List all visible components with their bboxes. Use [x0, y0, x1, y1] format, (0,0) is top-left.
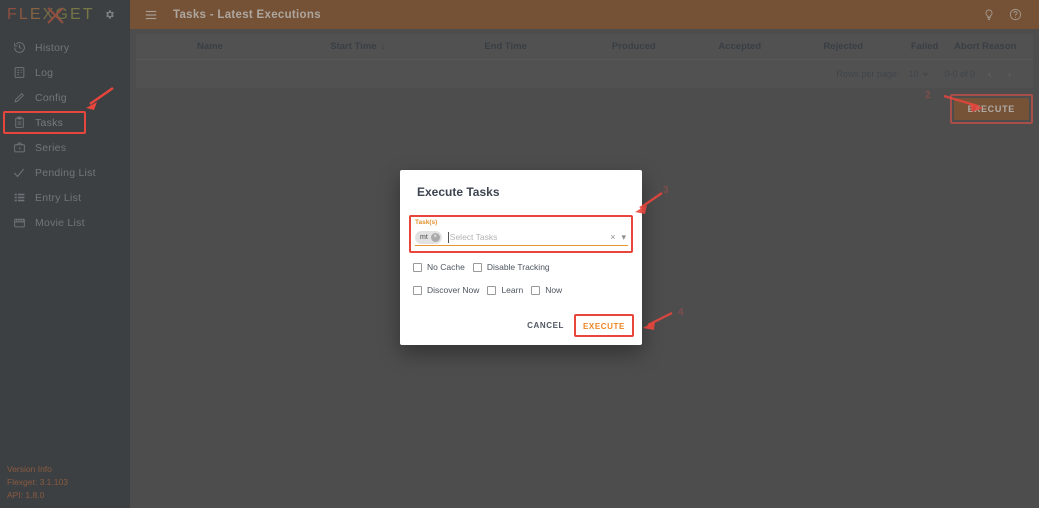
task-input-placeholder: Select Tasks	[450, 232, 498, 242]
checkbox-label: Discover Now	[427, 285, 479, 295]
checkbox-discover-now[interactable]: Discover Now	[413, 285, 479, 295]
checkbox-label: Learn	[501, 285, 523, 295]
chevron-down-icon[interactable]: ▾	[621, 233, 626, 242]
checkbox-box-icon	[473, 263, 482, 272]
cancel-button[interactable]: CANCEL	[519, 315, 572, 336]
checkbox-label: Disable Tracking	[487, 262, 550, 272]
task-select-input[interactable]: mt × Select Tasks × ▾	[415, 229, 628, 246]
dialog-title: Execute Tasks	[400, 170, 642, 199]
task-chip-label: mt	[420, 234, 428, 241]
execute-tasks-dialog: Execute Tasks Task(s) mt × Select Tasks …	[400, 170, 642, 345]
task-field-label: Task(s)	[415, 219, 437, 226]
app-root: FLEXGET History	[0, 0, 1039, 508]
annotation-box-tasks	[3, 111, 86, 134]
task-field-highlight: Task(s) mt × Select Tasks × ▾	[409, 215, 633, 253]
checkbox-disable-tracking[interactable]: Disable Tracking	[473, 262, 550, 272]
checkbox-learn[interactable]: Learn	[487, 285, 523, 295]
task-field-actions: × ▾	[610, 233, 628, 242]
clear-icon[interactable]: ×	[610, 233, 615, 242]
dialog-execute-highlight: EXECUTE	[574, 314, 634, 337]
checkbox-box-icon	[413, 286, 422, 295]
checkbox-no-cache[interactable]: No Cache	[413, 262, 465, 272]
checkbox-label: No Cache	[427, 262, 465, 272]
dialog-checkbox-row-1: No Cache Disable Tracking	[400, 262, 558, 272]
task-chip[interactable]: mt ×	[415, 231, 442, 244]
checkbox-now[interactable]: Now	[531, 285, 562, 295]
checkbox-box-icon	[413, 263, 422, 272]
checkbox-box-icon	[487, 286, 496, 295]
checkbox-box-icon	[531, 286, 540, 295]
chip-close-icon[interactable]: ×	[431, 233, 440, 242]
dialog-actions: CANCEL EXECUTE	[519, 314, 642, 337]
text-caret	[448, 232, 449, 243]
checkbox-label: Now	[545, 285, 562, 295]
dialog-execute-button[interactable]: EXECUTE	[576, 318, 632, 335]
dialog-checkbox-row-2: Discover Now Learn Now	[400, 285, 570, 295]
